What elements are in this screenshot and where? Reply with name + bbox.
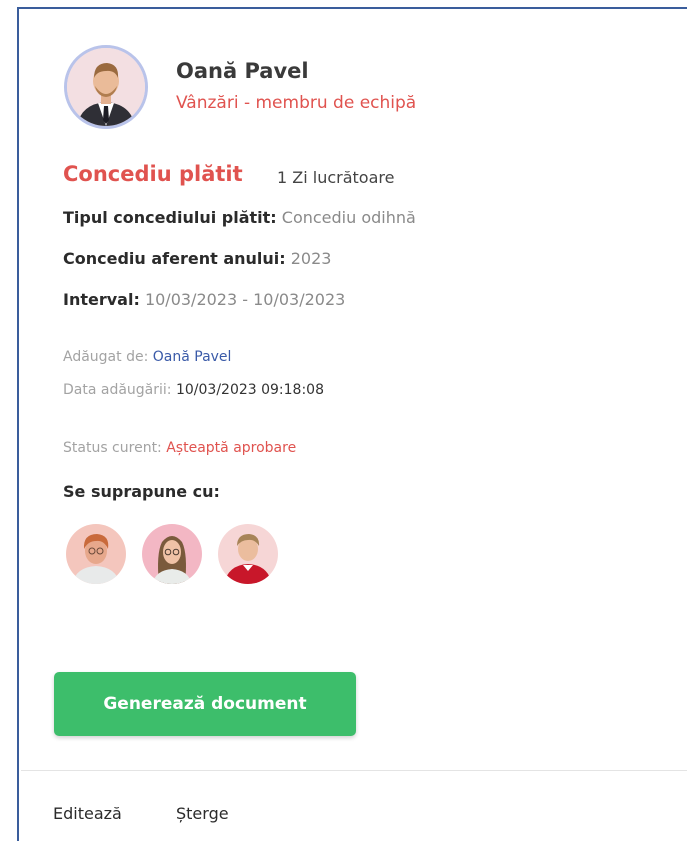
employee-name: Oană Pavel [176,59,309,83]
added-by-link[interactable]: Oană Pavel [153,349,232,365]
leave-year-row: Concediu aferent anului: 2023 [63,249,331,268]
delete-link[interactable]: Șterge [176,804,229,823]
interval-label: Interval: [63,290,140,309]
interval-row: Interval: 10/03/2023 - 10/03/2023 [63,290,345,309]
overlap-title: Se suprapune cu: [63,482,220,501]
added-date-value: 10/03/2023 09:18:08 [175,382,324,398]
employee-role: Vânzări - membru de echipă [176,93,417,113]
overlap-avatar-3[interactable] [218,524,278,584]
status-label: Status curent: [63,440,162,456]
paid-leave-type-label: Tipul concediului plătit: [63,208,277,227]
leave-days: 1 Zi lucrătoare [277,168,395,187]
leave-type-title: Concediu plătit [63,162,243,186]
person-avatar-icon [142,524,202,584]
status-row: Status curent: Așteaptă aprobare [63,440,296,456]
person-avatar-icon [67,48,145,126]
paid-leave-type-row: Tipul concediului plătit: Concediu odihn… [63,208,416,227]
status-badge: Așteaptă aprobare [166,440,297,456]
leave-year-value: 2023 [290,249,332,268]
overlap-avatar-1[interactable] [66,524,126,584]
added-date-row: Data adăugării: 10/03/2023 09:18:08 [63,382,324,398]
interval-value: 10/03/2023 - 10/03/2023 [144,290,346,309]
overlap-avatar-2[interactable] [142,524,202,584]
edit-link[interactable]: Editează [53,804,122,823]
person-avatar-icon [218,524,278,584]
leave-request-card: Oană Pavel Vânzări - membru de echipă Co… [17,7,687,841]
generate-document-button[interactable]: Generează document [54,672,356,736]
footer-divider [21,770,687,771]
added-date-label: Data adăugării: [63,382,172,398]
added-by-row: Adăugat de: Oană Pavel [63,349,231,365]
leave-year-label: Concediu aferent anului: [63,249,286,268]
paid-leave-type-value: Concediu odihnă [281,208,416,227]
added-by-label: Adăugat de: [63,349,149,365]
employee-avatar [64,45,148,129]
person-avatar-icon [66,524,126,584]
